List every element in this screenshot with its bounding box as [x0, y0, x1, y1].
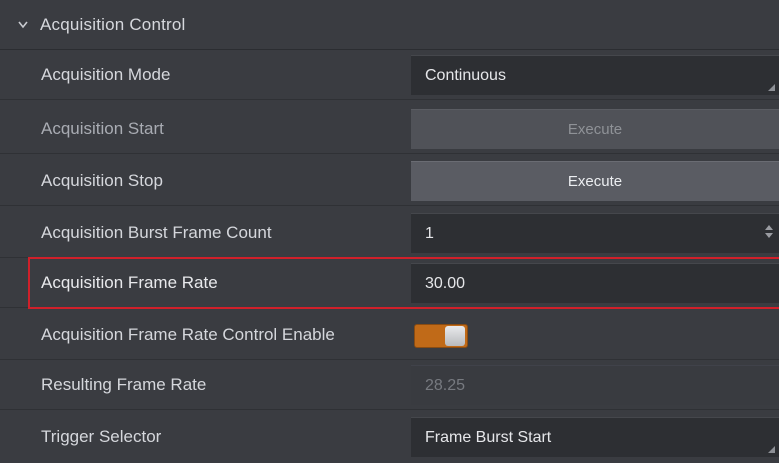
row-resulting-frame-rate: Resulting Frame Rate 28.25	[0, 360, 779, 410]
section-header[interactable]: Acquisition Control	[0, 0, 779, 50]
acquisition-frame-rate-input[interactable]: 30.00	[411, 263, 779, 303]
toggle-knob	[445, 326, 465, 346]
trigger-selector-dropdown[interactable]: Frame Burst Start	[411, 417, 779, 457]
spin-up-icon[interactable]	[765, 225, 773, 230]
row-acquisition-burst-frame-count: Acquisition Burst Frame Count 1	[0, 208, 779, 258]
acquisition-frame-rate-label: Acquisition Frame Rate	[41, 272, 218, 292]
row-acquisition-start: Acquisition Start Execute	[0, 104, 779, 154]
acquisition-burst-frame-count-value: 1	[425, 224, 434, 242]
spin-down-icon[interactable]	[765, 233, 773, 238]
acquisition-control-panel: Acquisition Control Acquisition Mode Con…	[0, 0, 779, 463]
dropdown-arrow-icon	[768, 446, 775, 453]
row-acquisition-stop: Acquisition Stop Execute	[0, 156, 779, 206]
acquisition-stop-label: Acquisition Stop	[41, 170, 163, 190]
acquisition-burst-frame-count-input[interactable]: 1	[411, 213, 779, 253]
acquisition-mode-dropdown[interactable]: Continuous	[411, 55, 779, 95]
chevron-down-icon[interactable]	[18, 20, 28, 30]
trigger-selector-value: Frame Burst Start	[425, 428, 552, 446]
resulting-frame-rate-label: Resulting Frame Rate	[41, 374, 207, 394]
dropdown-arrow-icon	[768, 84, 775, 91]
acquisition-start-label: Acquisition Start	[41, 118, 164, 138]
frame-rate-control-enable-toggle[interactable]	[414, 324, 468, 348]
acquisition-frame-rate-value: 30.00	[425, 274, 466, 292]
acquisition-burst-frame-count-label: Acquisition Burst Frame Count	[41, 222, 272, 242]
acquisition-mode-label: Acquisition Mode	[41, 64, 171, 84]
acquisition-mode-value: Continuous	[425, 66, 506, 84]
acquisition-start-execute-button[interactable]: Execute	[411, 109, 779, 149]
trigger-selector-label: Trigger Selector	[41, 427, 162, 446]
acquisition-stop-execute-button[interactable]: Execute	[411, 161, 779, 201]
row-trigger-selector: Trigger Selector Frame Burst Start	[0, 412, 779, 462]
spinner-icon[interactable]	[765, 225, 773, 238]
row-acquisition-frame-rate: Acquisition Frame Rate 30.00	[0, 258, 779, 308]
resulting-frame-rate-field: 28.25	[411, 365, 779, 405]
resulting-frame-rate-value: 28.25	[425, 376, 466, 394]
row-acquisition-mode: Acquisition Mode Continuous	[0, 50, 779, 100]
section-title: Acquisition Control	[40, 14, 186, 34]
row-acquisition-frame-rate-control-enable: Acquisition Frame Rate Control Enable	[0, 310, 779, 360]
acquisition-frame-rate-control-enable-label: Acquisition Frame Rate Control Enable	[41, 324, 335, 344]
